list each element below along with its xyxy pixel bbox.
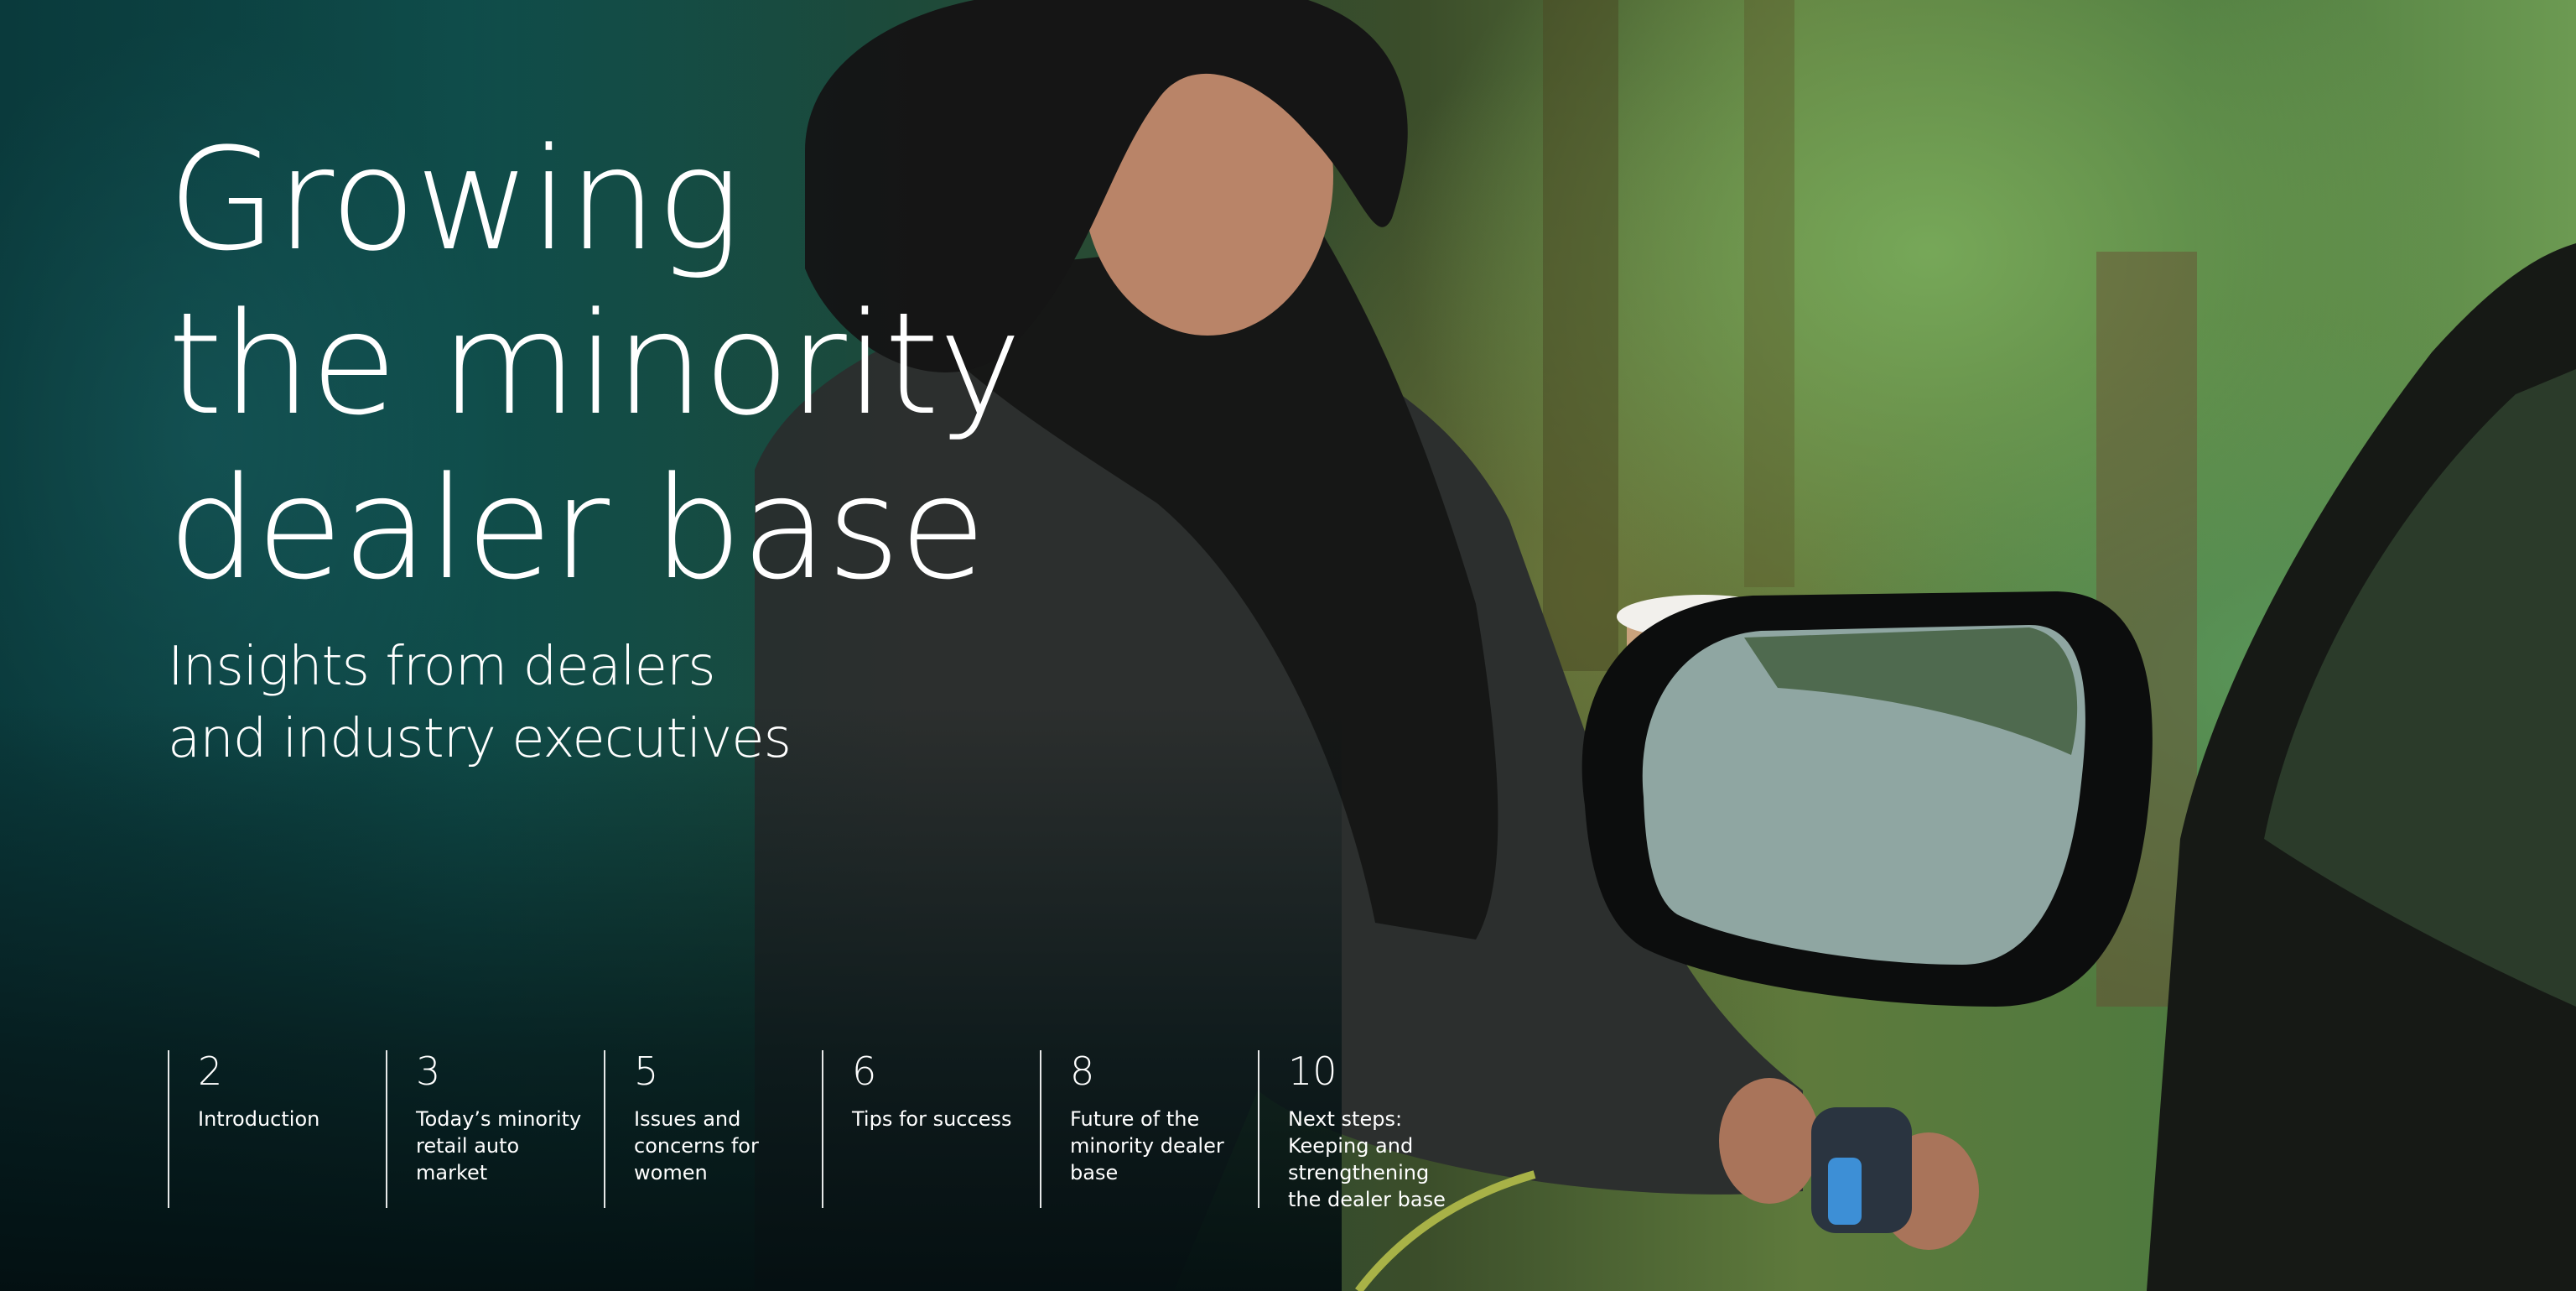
tree-trunk [1543,0,1618,671]
toc-item-label: Tips for success [852,1107,1012,1131]
table-of-contents: 2 Introduction 3 Today’s minority retail… [168,1049,1476,1211]
cover-subtitle: Insights from dealers and industry execu… [168,631,1090,775]
toc-item-tips[interactable]: 6 Tips for success [822,1050,1040,1208]
charger-plug-accent [1828,1158,1862,1225]
toc-item-label: Issues and concerns for women [634,1107,759,1184]
toc-item-label: Future of the minority dealer base [1070,1107,1224,1184]
tree-trunk [1744,0,1794,587]
toc-item-introduction[interactable]: 2 Introduction [168,1050,386,1208]
toc-page-number: 10 [1288,1049,1337,1094]
toc-item-future[interactable]: 8 Future of the minority dealer base [1040,1050,1258,1208]
toc-item-label: Today’s minority retail auto market [416,1107,582,1184]
toc-page-number: 5 [634,1049,659,1094]
toc-item-next-steps[interactable]: 10 Next steps: Keeping and strengthening… [1258,1049,1476,1211]
toc-page-number: 3 [416,1049,441,1094]
cover-title: Growing the minority dealer base [168,117,1258,611]
woman-hand [1719,1078,1820,1204]
toc-item-label: Introduction [198,1107,320,1131]
toc-page-number: 2 [198,1049,223,1094]
toc-page-number: 6 [852,1049,877,1094]
toc-item-todays-market[interactable]: 3 Today’s minority retail auto market [386,1050,604,1208]
cover-subtitle-line: and industry executives [168,708,792,770]
toc-item-issues-women[interactable]: 5 Issues and concerns for women [604,1050,822,1208]
cover-title-line: the minority [168,282,1022,446]
cover-subtitle-line: Insights from dealers [168,636,716,698]
cover-title-line: Growing [168,117,741,282]
toc-item-label: Next steps: Keeping and strengthening th… [1288,1107,1446,1211]
cover-title-line: dealer base [168,446,986,611]
toc-page-number: 8 [1070,1049,1095,1094]
